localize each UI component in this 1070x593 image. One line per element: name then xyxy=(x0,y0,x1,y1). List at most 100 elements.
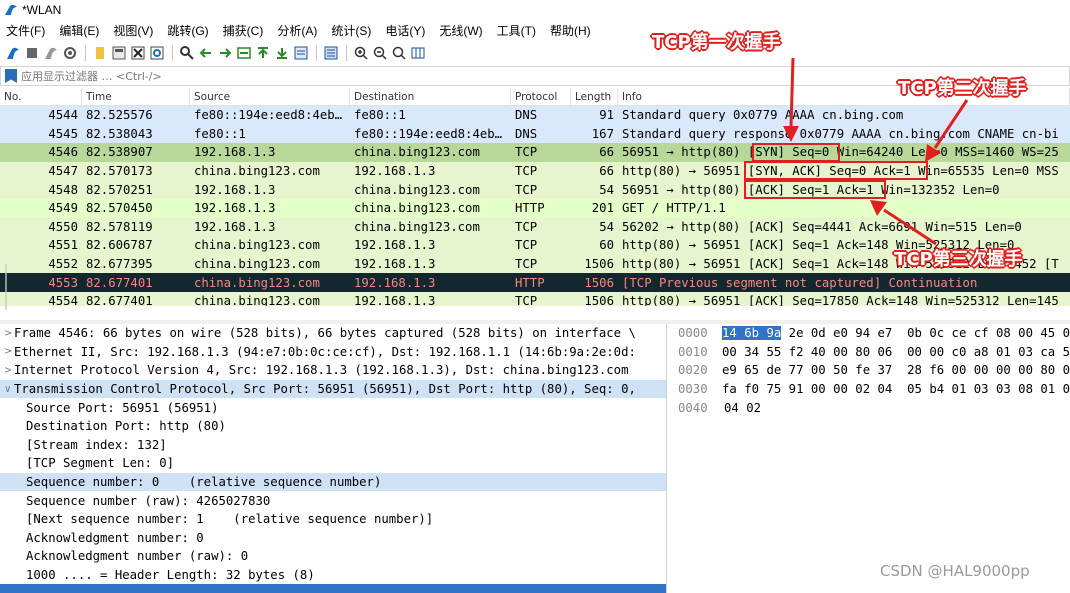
packet-destination: 192.168.1.3 xyxy=(354,294,436,306)
menu-edit[interactable]: 编辑(E) xyxy=(59,22,99,39)
detail-field-selected[interactable]: Sequence number: 0 (relative sequence nu… xyxy=(0,472,666,492)
packet-info: Standard query response 0x0779 AAAA cn.b… xyxy=(622,126,1059,141)
bytes-hex[interactable]: 14 6b 9a 2e 0d e0 94 e7 0b 0c ce cf 08 0… xyxy=(722,326,1070,341)
menu-statistics[interactable]: 统计(S) xyxy=(331,22,371,39)
packet-row[interactable]: 4545 82.538043 fe80::1 fe80::194e:eed8:4… xyxy=(0,124,1070,144)
menu-tools[interactable]: 工具(T) xyxy=(497,22,536,39)
packet-length: 1506 xyxy=(584,257,614,272)
packet-time: 82.570173 xyxy=(86,164,153,179)
detail-field[interactable]: [Next sequence number: 1 (relative seque… xyxy=(0,510,666,529)
detail-field-highlight[interactable] xyxy=(0,584,666,593)
packet-no: 4545 xyxy=(48,126,78,141)
collapse-arrow-icon[interactable]: ∨ xyxy=(0,384,14,395)
column-time[interactable]: Time xyxy=(82,88,190,105)
detail-text: Frame 4546: 66 bytes on wire (528 bits),… xyxy=(14,326,636,341)
detail-field[interactable]: [Stream index: 132] xyxy=(0,436,666,455)
packet-row[interactable]: 4544 82.525576 fe80::194e:eed8:4eb… fe80… xyxy=(0,106,1070,125)
go-forward-icon[interactable] xyxy=(216,45,233,62)
menu-telephony[interactable]: 电话(Y) xyxy=(385,22,425,39)
packet-source: 192.168.1.3 xyxy=(194,219,276,234)
close-file-icon[interactable] xyxy=(129,45,146,62)
detail-row-ipv4[interactable]: > Internet Protocol Version 4, Src: 192.1… xyxy=(0,361,666,380)
packet-source: 192.168.1.3 xyxy=(194,145,276,160)
restart-capture-icon[interactable] xyxy=(42,45,59,62)
bytes-row: 0010 00 34 55 f2 40 00 80 06 00 00 c0 a8 … xyxy=(668,343,1070,362)
packet-row-error[interactable]: 4553 82.677401 china.bing123.com 192.168… xyxy=(0,273,1070,292)
packet-protocol: TCP xyxy=(515,294,538,306)
packet-info: http(80) → 56951 [ACK] Seq=17850 Ack=148… xyxy=(622,294,1059,306)
bytes-offset: 0010 xyxy=(678,344,708,359)
packet-row[interactable]: 4550 82.578119 192.168.1.3 china.bing123… xyxy=(0,217,1070,237)
start-capture-icon[interactable] xyxy=(4,45,21,62)
detail-row-ethernet[interactable]: > Ethernet II, Src: 192.168.1.3 (94:e7:0b… xyxy=(0,343,666,362)
reload-file-icon[interactable] xyxy=(148,45,165,62)
packet-no: 4546 xyxy=(48,145,78,160)
menu-wireless[interactable]: 无线(W) xyxy=(439,22,482,39)
detail-text: 1000 .... = Header Length: 32 bytes (8) xyxy=(26,568,315,583)
detail-field[interactable]: Acknowledgment number (raw): 0 xyxy=(0,547,666,566)
expand-arrow-icon[interactable]: > xyxy=(0,365,14,376)
menu-view[interactable]: 视图(V) xyxy=(113,22,153,39)
expand-arrow-icon[interactable]: > xyxy=(0,346,14,357)
detail-field[interactable]: Sequence number (raw): 4265027830 xyxy=(0,491,666,510)
packet-time: 82.677395 xyxy=(86,257,153,272)
column-destination[interactable]: Destination xyxy=(350,88,511,105)
find-packet-icon[interactable] xyxy=(178,45,195,62)
packet-destination: 192.168.1.3 xyxy=(354,164,436,179)
packet-list-scrollbar[interactable] xyxy=(0,264,12,310)
detail-field[interactable]: Source Port: 56951 (56951) xyxy=(0,398,666,417)
bytes-hex[interactable]: 04 02 xyxy=(724,401,761,415)
bookmark-icon[interactable] xyxy=(5,69,17,83)
packet-row[interactable]: 4548 82.570251 192.168.1.3 china.bing123… xyxy=(0,180,1070,199)
detail-row-frame[interactable]: > Frame 4546: 66 bytes on wire (528 bits)… xyxy=(0,324,666,343)
colorize-icon[interactable] xyxy=(322,45,339,62)
packet-row-selected[interactable]: 4546 82.538907 192.168.1.3 china.bing123… xyxy=(0,143,1070,162)
packet-destination: 192.168.1.3 xyxy=(354,257,436,272)
packet-destination: china.bing123.com xyxy=(354,201,480,216)
column-source[interactable]: Source xyxy=(190,88,350,105)
capture-options-icon[interactable] xyxy=(61,45,78,62)
detail-field[interactable]: [TCP Segment Len: 0] xyxy=(0,454,666,473)
bytes-offset: 0020 xyxy=(678,363,708,378)
expand-arrow-icon[interactable]: > xyxy=(0,328,14,339)
column-protocol[interactable]: Protocol xyxy=(511,88,571,105)
packet-row[interactable]: 4554 82.677401 china.bing123.com 192.168… xyxy=(0,291,1070,306)
packet-row[interactable]: 4549 82.570450 192.168.1.3 china.bing123… xyxy=(0,198,1070,218)
packet-no: 4549 xyxy=(48,201,78,216)
open-file-icon[interactable] xyxy=(91,45,108,62)
menu-help[interactable]: 帮助(H) xyxy=(550,22,591,39)
zoom-out-icon[interactable] xyxy=(371,45,388,62)
menu-go[interactable]: 跳转(G) xyxy=(167,22,208,39)
save-file-icon[interactable] xyxy=(110,45,127,62)
resize-columns-icon[interactable] xyxy=(409,45,426,62)
go-last-packet-icon[interactable] xyxy=(273,45,290,62)
zoom-reset-icon[interactable] xyxy=(390,45,407,62)
stop-capture-icon[interactable] xyxy=(23,45,40,62)
zoom-in-icon[interactable] xyxy=(352,45,369,62)
display-filter-input[interactable] xyxy=(21,69,621,83)
bytes-hex[interactable]: e9 65 de 77 00 50 fe 37 28 f6 00 00 00 0… xyxy=(722,363,1070,377)
packet-time: 82.525576 xyxy=(86,108,153,123)
bytes-selected[interactable]: 14 6b 9a xyxy=(722,326,782,341)
packet-protocol: TCP xyxy=(515,164,538,179)
go-back-icon[interactable] xyxy=(197,45,214,62)
bytes-row: 0020 e9 65 de 77 00 50 fe 37 28 f6 00 00 … xyxy=(668,361,1070,380)
detail-field[interactable]: Destination Port: http (80) xyxy=(0,417,666,436)
menu-file[interactable]: 文件(F) xyxy=(6,22,45,39)
packet-protocol: TCP xyxy=(515,182,538,197)
go-to-packet-icon[interactable] xyxy=(235,45,252,62)
menu-analyze[interactable]: 分析(A) xyxy=(277,22,317,39)
column-no[interactable]: No. xyxy=(0,88,82,105)
go-first-packet-icon[interactable] xyxy=(254,45,271,62)
detail-row-tcp[interactable]: ∨ Transmission Control Protocol, Src Port… xyxy=(0,379,666,399)
bytes-hex[interactable]: 00 34 55 f2 40 00 80 06 00 00 c0 a8 01 0… xyxy=(722,345,1070,359)
detail-field[interactable]: 1000 .... = Header Length: 32 bytes (8) xyxy=(0,566,666,585)
packet-time: 82.606787 xyxy=(86,238,153,253)
packet-time: 82.538043 xyxy=(86,126,153,141)
detail-field[interactable]: Acknowledgment number: 0 xyxy=(0,529,666,548)
packet-no: 4550 xyxy=(48,219,78,234)
bytes-hex[interactable]: fa f0 75 91 00 00 02 04 05 b4 01 03 03 0… xyxy=(722,382,1070,396)
menu-capture[interactable]: 捕获(C) xyxy=(223,22,264,39)
auto-scroll-icon[interactable] xyxy=(292,45,309,62)
column-length[interactable]: Length xyxy=(571,88,618,105)
